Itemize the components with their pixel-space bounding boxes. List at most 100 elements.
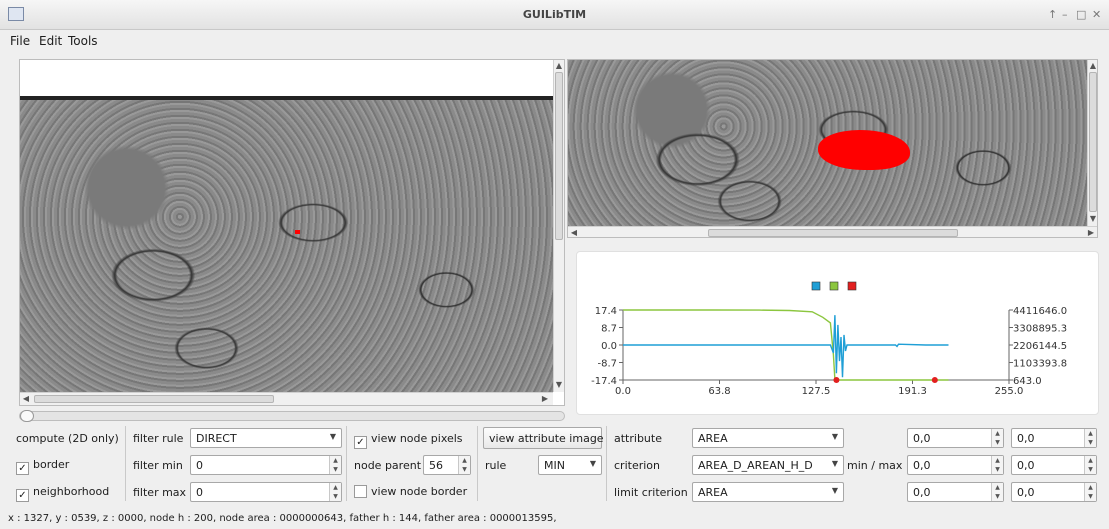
scroll-left-icon[interactable]: ◀ bbox=[21, 394, 31, 404]
node-scroll-right-icon[interactable]: ▶ bbox=[1086, 228, 1096, 237]
neighborhood-checkbox[interactable]: ✓ neighborhood bbox=[16, 485, 109, 502]
filter-max-value: 0 bbox=[196, 486, 203, 499]
x-tick-label: 191.3 bbox=[898, 386, 927, 397]
criterion-select[interactable]: AREA_D_AREAN_H_D ▼ bbox=[692, 455, 844, 475]
attribute-value: AREA bbox=[698, 432, 728, 445]
spin-arrows-icon[interactable]: ▲ ▼ bbox=[329, 483, 341, 501]
status-bar: x : 1327, y : 0539, z : 0000, node h : 2… bbox=[8, 513, 557, 524]
menu-bar: File Edit Tools bbox=[0, 31, 1109, 51]
node-scroll-up-icon[interactable]: ▲ bbox=[1088, 61, 1097, 71]
separator bbox=[606, 426, 607, 501]
data-point bbox=[833, 377, 840, 383]
spin-arrows-icon[interactable]: ▲ ▼ bbox=[458, 456, 470, 474]
filter-max-input[interactable]: 0 ▲ ▼ bbox=[190, 482, 342, 502]
menu-file[interactable]: File bbox=[10, 34, 30, 48]
data-point bbox=[931, 377, 938, 383]
maximize-icon[interactable]: □ bbox=[1076, 8, 1086, 21]
scroll-up-icon[interactable]: ▲ bbox=[554, 61, 564, 71]
x-tick-label: 63.8 bbox=[708, 386, 730, 397]
x-tick-label: 0.0 bbox=[615, 386, 631, 397]
y-tick-label-left: -8.7 bbox=[597, 359, 617, 370]
range-min-input-3[interactable]: 0,0 ▲ ▼ bbox=[907, 482, 1004, 502]
view-node-pixels-checkbox[interactable]: ✓ view node pixels bbox=[354, 432, 463, 449]
y-tick-label-right: 3308895.3 bbox=[1013, 324, 1067, 335]
criterion-value: AREA_D_AREAN_H_D bbox=[698, 459, 813, 472]
view-node-border-check-icon[interactable] bbox=[354, 485, 367, 498]
range-max-value: 0,0 bbox=[1017, 432, 1035, 445]
neighborhood-label: neighborhood bbox=[33, 485, 110, 498]
main-vertical-scrollbar[interactable]: ▲ ▼ bbox=[553, 60, 564, 392]
range-max-value: 0,0 bbox=[1017, 486, 1035, 499]
spin-arrows-icon[interactable]: ▲ ▼ bbox=[991, 483, 1003, 501]
slider-handle[interactable] bbox=[20, 410, 34, 422]
filter-rule-select[interactable]: DIRECT ▼ bbox=[190, 428, 342, 448]
filter-min-input[interactable]: 0 ▲ ▼ bbox=[190, 455, 342, 475]
main-image-viewer[interactable]: ▲ ▼ ◀ ▶ bbox=[19, 59, 565, 406]
selected-pixel-marker bbox=[295, 230, 300, 234]
view-attribute-image-button[interactable]: view attribute image bbox=[483, 427, 604, 449]
scroll-down-icon[interactable]: ▼ bbox=[554, 380, 564, 390]
minimize-icon[interactable]: – bbox=[1062, 8, 1068, 21]
filter-rule-value: DIRECT bbox=[196, 432, 237, 445]
limit-criterion-value: AREA bbox=[698, 486, 728, 499]
limit-criterion-select[interactable]: AREA ▼ bbox=[692, 482, 844, 502]
vertical-scroll-thumb[interactable] bbox=[555, 72, 563, 240]
neighborhood-check-icon[interactable]: ✓ bbox=[16, 489, 29, 502]
attribute-select[interactable]: AREA ▼ bbox=[692, 428, 844, 448]
node-horizontal-thumb[interactable] bbox=[708, 229, 958, 237]
rule-select[interactable]: MIN ▼ bbox=[538, 455, 602, 475]
spin-arrows-icon[interactable]: ▲ ▼ bbox=[1084, 456, 1096, 474]
x-tick-label: 127.5 bbox=[802, 386, 831, 397]
border-check-icon[interactable]: ✓ bbox=[16, 462, 29, 475]
horizontal-scroll-thumb[interactable] bbox=[34, 395, 274, 403]
border-label: border bbox=[33, 458, 70, 471]
window-title: GUILibTIM bbox=[522, 8, 587, 21]
image-background-area bbox=[20, 60, 553, 98]
separator bbox=[477, 426, 478, 501]
view-node-pixels-check-icon[interactable]: ✓ bbox=[354, 436, 367, 449]
filter-rule-label: filter rule bbox=[133, 432, 184, 445]
title-bar: GUILibTIM ↑ – □ ✕ bbox=[0, 0, 1109, 30]
x-tick-label: 255.0 bbox=[995, 386, 1024, 397]
border-checkbox[interactable]: ✓ border bbox=[16, 458, 69, 475]
spin-arrows-icon[interactable]: ▲ ▼ bbox=[1084, 429, 1096, 447]
range-max-input-2[interactable]: 0,0 ▲ ▼ bbox=[1011, 455, 1097, 475]
em-image bbox=[20, 96, 553, 392]
range-min-value: 0,0 bbox=[913, 459, 931, 472]
keep-above-icon[interactable]: ↑ bbox=[1048, 8, 1057, 21]
node-parent-input[interactable]: 56 ▲ ▼ bbox=[423, 455, 471, 475]
node-horizontal-scrollbar[interactable]: ◀ ▶ bbox=[568, 226, 1097, 237]
y-tick-label-left: 8.7 bbox=[601, 324, 617, 335]
range-max-value: 0,0 bbox=[1017, 459, 1035, 472]
criterion-label: criterion bbox=[614, 459, 660, 472]
scroll-right-icon[interactable]: ▶ bbox=[540, 394, 550, 404]
y-tick-label-right: 1103393.8 bbox=[1013, 359, 1067, 370]
range-max-input-3[interactable]: 0,0 ▲ ▼ bbox=[1011, 482, 1097, 502]
range-min-value: 0,0 bbox=[913, 432, 931, 445]
range-max-input-1[interactable]: 0,0 ▲ ▼ bbox=[1011, 428, 1097, 448]
close-icon[interactable]: ✕ bbox=[1092, 8, 1101, 21]
node-vertical-scrollbar[interactable]: ▲ ▼ bbox=[1087, 60, 1097, 226]
menu-tools[interactable]: Tools bbox=[68, 34, 98, 48]
min-max-label: min / max bbox=[847, 459, 903, 472]
spin-arrows-icon[interactable]: ▲ ▼ bbox=[329, 456, 341, 474]
node-vertical-thumb[interactable] bbox=[1089, 72, 1097, 212]
depth-slider[interactable] bbox=[19, 410, 565, 422]
attribute-chart-panel: 17.4 8.7 0.0 -8.7 -17.4 4411646.0 3308895.3 220… bbox=[576, 251, 1099, 415]
node-image-viewer[interactable]: ▲ ▼ ◀ ▶ bbox=[567, 59, 1098, 238]
menu-edit[interactable]: Edit bbox=[39, 34, 62, 48]
range-min-input-1[interactable]: 0,0 ▲ ▼ bbox=[907, 428, 1004, 448]
view-node-pixels-label: view node pixels bbox=[371, 432, 463, 445]
spin-arrows-icon[interactable]: ▲ ▼ bbox=[991, 429, 1003, 447]
node-parent-value: 56 bbox=[429, 459, 443, 472]
y-tick-label-right: 4411646.0 bbox=[1013, 306, 1067, 317]
node-scroll-left-icon[interactable]: ◀ bbox=[569, 228, 579, 237]
range-min-value: 0,0 bbox=[913, 486, 931, 499]
spin-arrows-icon[interactable]: ▲ ▼ bbox=[991, 456, 1003, 474]
spin-arrows-icon[interactable]: ▲ ▼ bbox=[1084, 483, 1096, 501]
filter-min-label: filter min bbox=[133, 459, 183, 472]
view-node-border-checkbox[interactable]: view node border bbox=[354, 485, 467, 498]
node-scroll-down-icon[interactable]: ▼ bbox=[1088, 214, 1097, 224]
range-min-input-2[interactable]: 0,0 ▲ ▼ bbox=[907, 455, 1004, 475]
main-horizontal-scrollbar[interactable]: ◀ ▶ bbox=[20, 392, 553, 405]
